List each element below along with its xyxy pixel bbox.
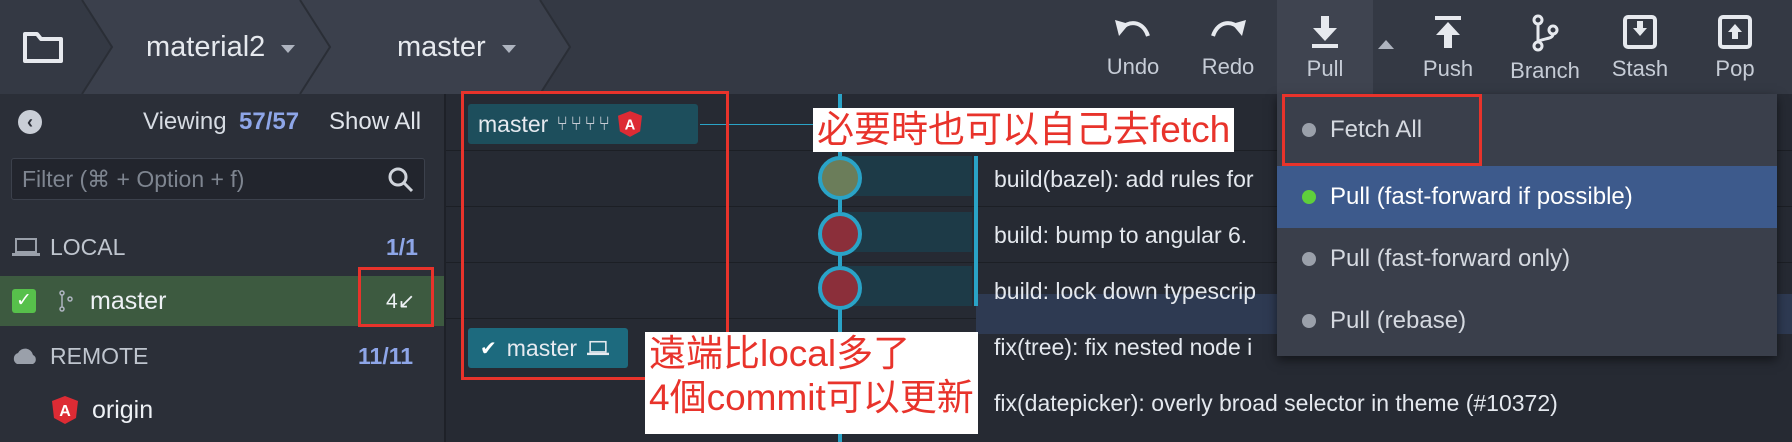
local-section-header[interactable]: LOCAL 1/1 — [0, 227, 444, 267]
annotation-fetch-note: 必要時也可以自己去fetch — [813, 108, 1235, 152]
push-icon — [1435, 16, 1461, 48]
menu-item-pull-ff-if-possible[interactable]: Pull (fast-forward if possible) — [1277, 166, 1777, 228]
svg-text:A: A — [59, 403, 71, 420]
remote-origin-label: origin — [92, 395, 154, 424]
avatar[interactable] — [818, 156, 862, 200]
avatar[interactable] — [818, 212, 862, 256]
commit-message[interactable]: fix(tree): fix nested node i — [994, 334, 1252, 361]
cloud-icon — [13, 348, 36, 364]
pull-label: Pull — [1306, 56, 1344, 81]
toolbar: material2 master Undo Redo Pull Push Bra… — [0, 0, 1792, 94]
menu-item-label: Pull (rebase) — [1330, 307, 1467, 334]
laptop-icon — [12, 238, 40, 256]
local-count: 1/1 — [386, 233, 418, 260]
annotation-box-behind-count — [358, 267, 434, 327]
chevron-down-icon — [281, 45, 296, 53]
local-branch-label: master — [90, 286, 167, 315]
pull-button[interactable]: Pull — [1277, 0, 1373, 94]
commit-message[interactable]: build: bump to angular 6. — [994, 222, 1247, 249]
pop-label: Pop — [1715, 56, 1755, 81]
annotation-remote-note: 遠端比local多了 4個commit可以更新 — [645, 332, 978, 434]
push-button[interactable]: Push — [1410, 0, 1486, 94]
collapse-sidebar-icon[interactable]: ‹ — [18, 110, 42, 134]
branch-label: Branch — [1510, 58, 1580, 83]
filter-input[interactable]: Filter (⌘ + Option + f) — [11, 158, 425, 200]
commit-message[interactable]: build: lock down typescrip — [994, 278, 1256, 305]
branch-name: master — [397, 30, 486, 63]
breadcrumb-arrows — [81, 0, 572, 94]
stash-button[interactable]: Stash — [1601, 0, 1679, 94]
undo-label: Undo — [1106, 54, 1160, 79]
avatar[interactable] — [818, 266, 862, 310]
pop-button[interactable]: Pop — [1697, 0, 1773, 94]
undo-icon — [1115, 20, 1150, 37]
remote-origin[interactable]: A origin — [0, 388, 444, 432]
local-label: LOCAL — [50, 233, 126, 260]
menu-item-label: Pull (fast-forward only) — [1330, 245, 1571, 272]
undo-button[interactable]: Undo — [1095, 0, 1171, 94]
redo-icon — [1211, 20, 1246, 37]
repo-selector[interactable]: material2 — [146, 0, 296, 94]
remote-count: 11/11 — [358, 342, 414, 369]
repo-name: material2 — [146, 30, 266, 63]
filter-placeholder: Filter (⌘ + Option + f) — [22, 166, 245, 192]
radio-icon — [1302, 314, 1316, 328]
annotation-remote-note-line1: 遠端比local多了 — [649, 333, 911, 374]
pull-icon — [1312, 16, 1338, 48]
active-dot-icon — [1302, 190, 1316, 204]
menu-item-pull-rebase[interactable]: Pull (rebase) — [1277, 290, 1777, 352]
menu-item-pull-ff-only[interactable]: Pull (fast-forward only) — [1277, 228, 1777, 290]
viewing-row: ‹ Viewing 57/57 Show All — [0, 102, 444, 142]
commit-message[interactable]: build(bazel): add rules for — [994, 166, 1254, 193]
radio-icon — [1302, 252, 1316, 266]
menu-item-label: Pull (fast-forward if possible) — [1330, 183, 1633, 210]
search-icon — [388, 167, 414, 193]
push-label: Push — [1422, 56, 1474, 81]
remote-section-header[interactable]: REMOTE 11/11 — [0, 336, 444, 376]
stash-label: Stash — [1611, 56, 1669, 81]
message-bar — [974, 156, 978, 306]
annotation-box-fetch-all — [1282, 94, 1482, 166]
commit-message[interactable]: fix(datepicker): overly broad selector i… — [994, 390, 1558, 417]
remote-label: REMOTE — [50, 342, 149, 369]
branch-small-icon — [59, 290, 73, 312]
pull-options-caret[interactable] — [1378, 40, 1394, 49]
branch-icon — [1532, 14, 1559, 52]
redo-label: Redo — [1201, 54, 1255, 79]
annotation-remote-note-line2: 4個commit可以更新 — [649, 377, 974, 418]
checkbox-checked-icon[interactable]: ✓ — [12, 289, 36, 313]
viewing-label: Viewing — [143, 108, 227, 135]
chevron-down-icon — [501, 45, 516, 53]
redo-button[interactable]: Redo — [1190, 0, 1266, 94]
viewing-count: 57/57 — [239, 108, 300, 135]
branch-button[interactable]: Branch — [1500, 0, 1590, 94]
pop-icon — [1718, 15, 1752, 49]
show-all-link[interactable]: Show All — [329, 108, 421, 136]
branch-selector[interactable]: master — [397, 0, 516, 94]
stash-icon — [1623, 15, 1657, 49]
angular-icon: A — [52, 396, 78, 424]
